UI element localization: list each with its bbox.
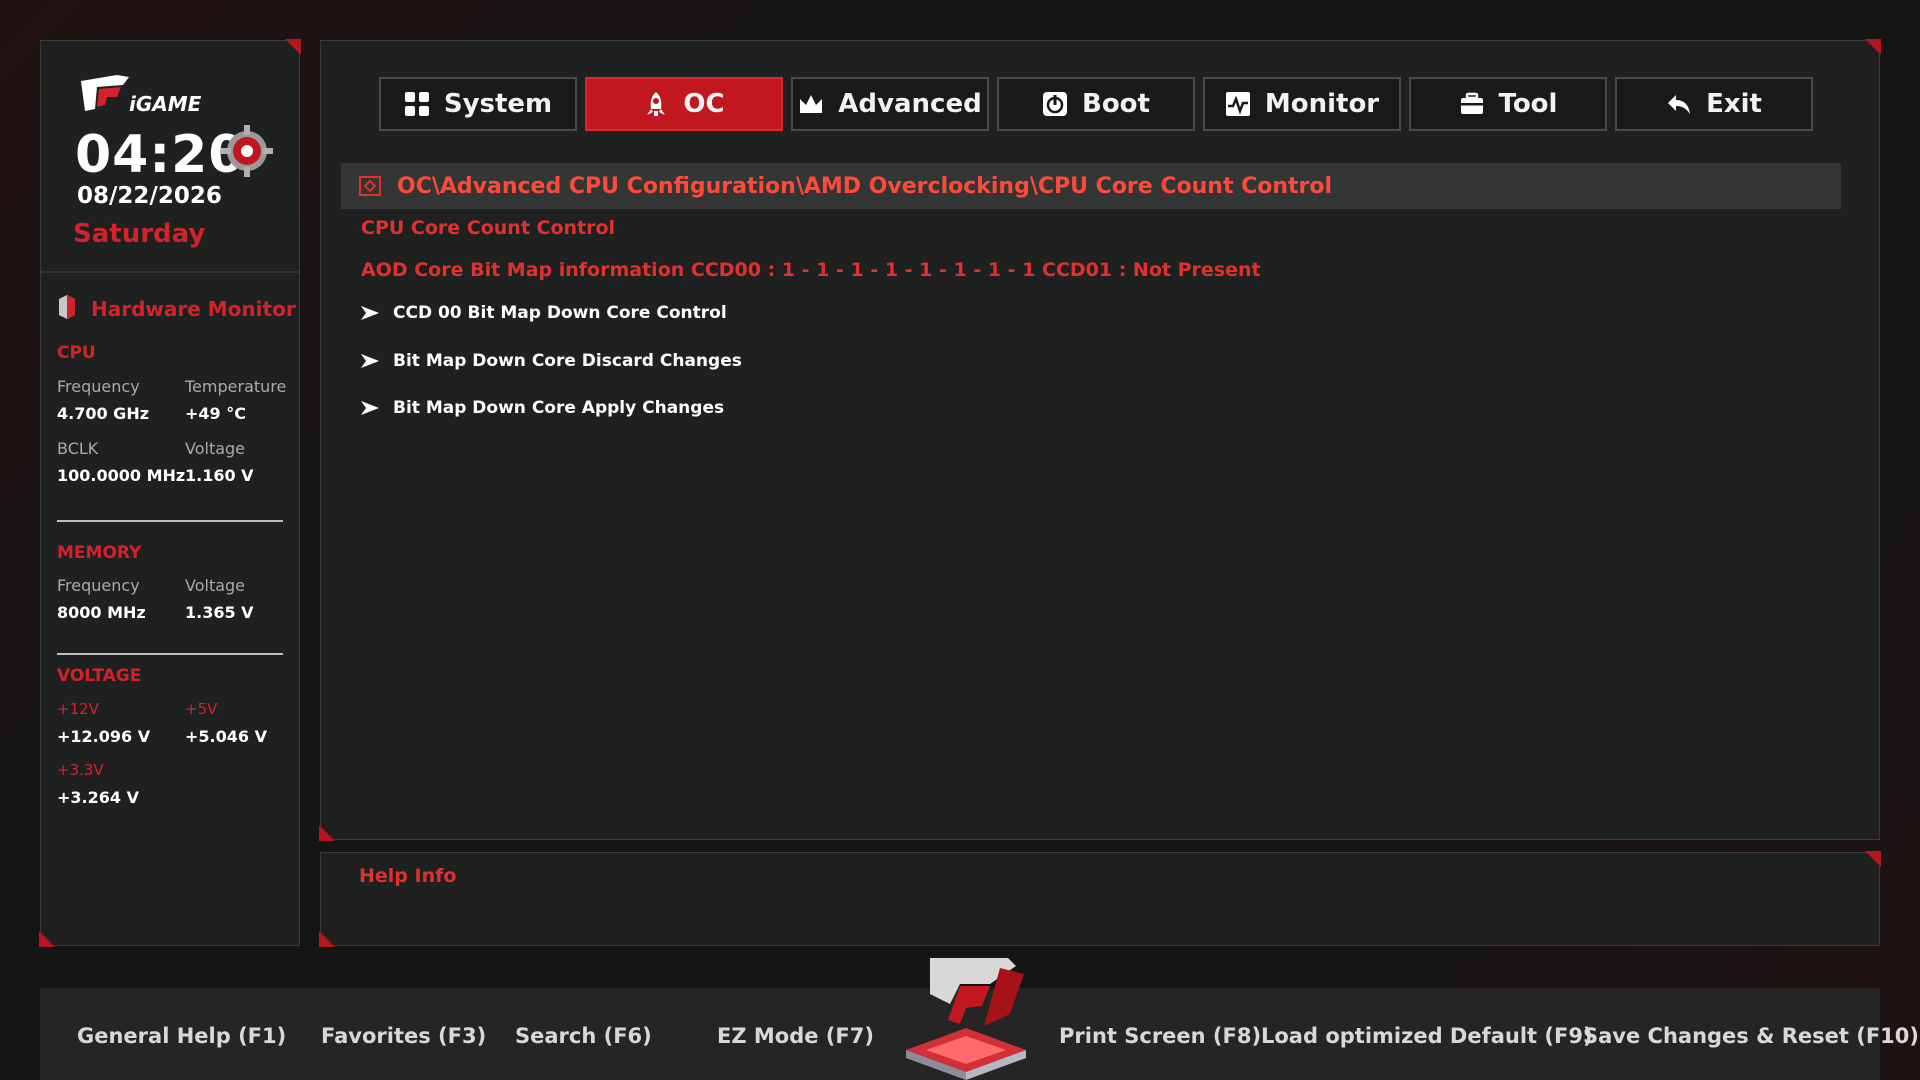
power-icon: [1043, 92, 1067, 116]
hardware-monitor-title: Hardware Monitor: [91, 297, 296, 321]
divider: [57, 520, 283, 522]
cpu-bclk-label: BCLK: [57, 439, 99, 458]
favorites-button[interactable]: Favorites (F3): [321, 1024, 486, 1048]
breadcrumb-icon: [359, 176, 381, 196]
cpu-temperature-label: Temperature: [185, 377, 287, 396]
main-settings-panel: System OC Advanced Boot Monitor Tool Exi…: [319, 39, 1881, 841]
tab-label: OC: [683, 89, 725, 119]
tab-advanced[interactable]: Advanced: [791, 77, 989, 131]
menu-item-label: CCD 00 Bit Map Down Core Control: [393, 303, 727, 323]
submenu-arrow-icon: [361, 354, 379, 368]
igame-emblem-logo: [906, 958, 1026, 1080]
tab-label: Boot: [1082, 89, 1150, 119]
grid-icon: [404, 92, 429, 116]
panel-corner-accent: [39, 931, 55, 947]
divider: [41, 271, 299, 273]
divider: [57, 653, 283, 655]
tab-label: Monitor: [1264, 89, 1380, 119]
cpu-section-title: CPU: [57, 343, 96, 363]
tab-label: Advanced: [838, 89, 982, 119]
svg-text:iGAME: iGAME: [129, 92, 202, 116]
menu-item-label: Bit Map Down Core Discard Changes: [393, 351, 742, 371]
menu-item-bitmap-down-core-apply[interactable]: Bit Map Down Core Apply Changes: [361, 398, 724, 418]
igame-logo: iGAME: [81, 75, 202, 116]
rocket-icon: [647, 92, 666, 116]
cpu-frequency-value: 4.700 GHz: [57, 404, 150, 423]
memory-voltage-label: Voltage: [185, 576, 246, 595]
tab-tool[interactable]: Tool: [1409, 77, 1607, 131]
tab-label: System: [443, 89, 553, 119]
gear-mascot-icon: [221, 125, 273, 177]
panel-corner-accent: [1865, 851, 1881, 867]
aod-core-bitmap-info: AOD Core Bit Map information CCD00 : 1 -…: [361, 259, 1261, 281]
cpu-voltage-label: Voltage: [185, 439, 246, 458]
cpu-frequency-label: Frequency: [57, 377, 140, 396]
memory-section-title: MEMORY: [57, 543, 142, 563]
menu-item-ccd00-bitmap-down-core-control[interactable]: CCD 00 Bit Map Down Core Control: [361, 303, 727, 323]
toolbox-icon: [1460, 92, 1483, 114]
breadcrumb-path: OC\Advanced CPU Configuration\AMD Overcl…: [397, 173, 1333, 199]
submenu-arrow-icon: [361, 306, 379, 320]
panel-corner-accent: [285, 39, 301, 55]
search-button[interactable]: Search (F6): [515, 1024, 652, 1048]
exit-arrow-icon: [1668, 95, 1691, 114]
v12-label: +12V: [57, 700, 99, 718]
panel-corner-accent: [1865, 39, 1881, 55]
memory-frequency-value: 8000 MHz: [57, 603, 146, 622]
menu-item-bitmap-down-core-discard[interactable]: Bit Map Down Core Discard Changes: [361, 351, 742, 371]
tab-exit[interactable]: Exit: [1615, 77, 1813, 131]
panel-corner-accent: [319, 931, 335, 947]
page-title: CPU Core Count Control: [361, 217, 616, 239]
crown-icon: [800, 95, 823, 113]
tab-monitor[interactable]: Monitor: [1203, 77, 1401, 131]
top-tab-bar: System OC Advanced Boot Monitor Tool Exi…: [379, 77, 1813, 131]
save-changes-reset-button[interactable]: Save Changes & Reset (F10): [1583, 1024, 1919, 1048]
date: 08/22/2026: [77, 183, 222, 209]
tab-label: Exit: [1706, 89, 1762, 119]
left-info-panel: iGAME 04:20 08/22/2026 Saturday Hardware…: [39, 39, 301, 947]
voltage-section-title: VOLTAGE: [57, 666, 142, 686]
breadcrumb: OC\Advanced CPU Configuration\AMD Overcl…: [341, 163, 1841, 209]
v5-label: +5V: [185, 700, 218, 718]
hardware-monitor-icon: [59, 295, 75, 319]
v33-value: +3.264 V: [57, 788, 139, 807]
v33-label: +3.3V: [57, 761, 104, 779]
v12-value: +12.096 V: [57, 727, 151, 746]
load-optimized-default-button[interactable]: Load optimized Default (F9): [1261, 1024, 1593, 1048]
print-screen-button[interactable]: Print Screen (F8): [1059, 1024, 1261, 1048]
help-info-title: Help Info: [359, 865, 457, 887]
memory-voltage-value: 1.365 V: [185, 603, 254, 622]
v5-value: +5.046 V: [185, 727, 267, 746]
cpu-voltage-value: 1.160 V: [185, 466, 254, 485]
submenu-arrow-icon: [361, 401, 379, 415]
tab-system[interactable]: System: [379, 77, 577, 131]
weekday: Saturday: [73, 219, 206, 249]
ez-mode-button[interactable]: EZ Mode (F7): [717, 1024, 874, 1048]
tab-oc[interactable]: OC: [585, 77, 783, 131]
memory-frequency-label: Frequency: [57, 576, 140, 595]
general-help-button[interactable]: General Help (F1): [77, 1024, 286, 1048]
tab-boot[interactable]: Boot: [997, 77, 1195, 131]
tab-label: Tool: [1498, 89, 1558, 119]
menu-item-label: Bit Map Down Core Apply Changes: [393, 398, 725, 418]
pulse-icon: [1225, 92, 1250, 116]
cpu-bclk-value: 100.0000 MHz: [57, 466, 186, 485]
help-info-panel: Help Info: [319, 851, 1881, 947]
panel-corner-accent: [319, 825, 335, 841]
cpu-temperature-value: +49 °C: [185, 404, 246, 423]
